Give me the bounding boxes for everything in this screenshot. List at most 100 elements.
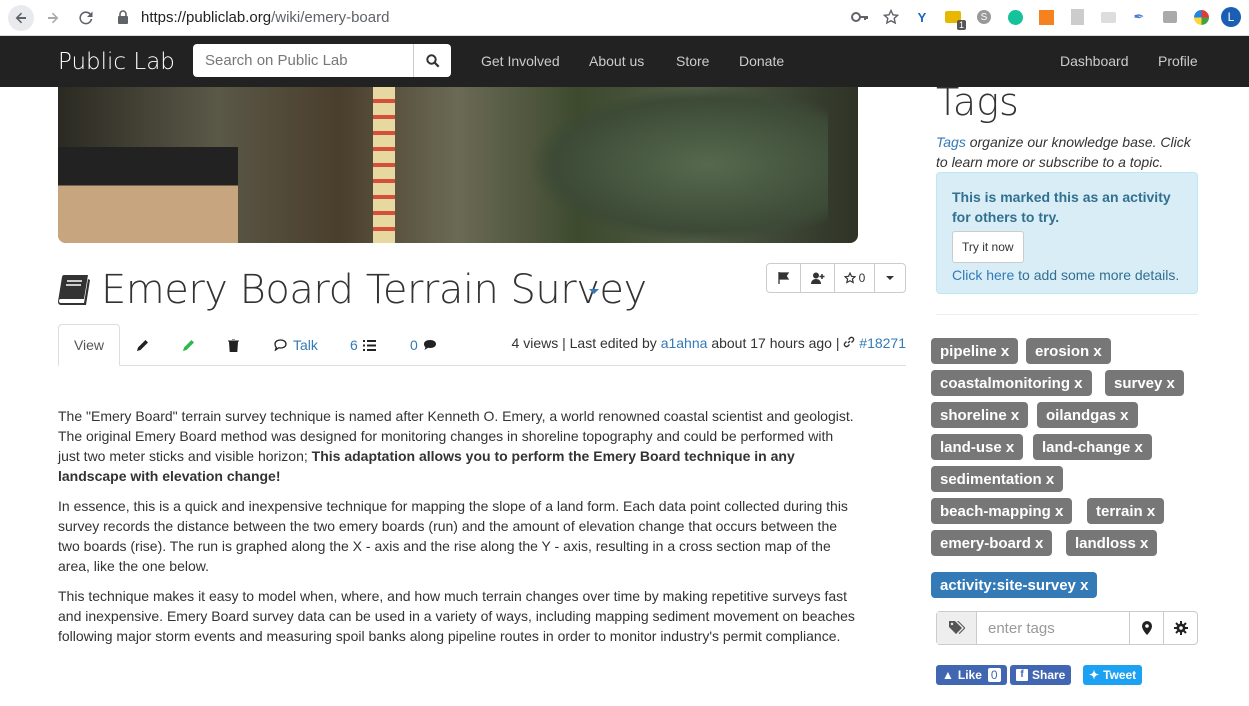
body-paragraph-1: The "Emery Board" terrain survey techniq… bbox=[58, 406, 858, 486]
extension-bar: Y 1 S ✒ L bbox=[849, 6, 1241, 30]
facebook-like-button[interactable]: ▲ Like 0 bbox=[936, 665, 1007, 685]
star-icon[interactable] bbox=[880, 6, 902, 28]
tag-land-change[interactable]: land-change x bbox=[1033, 434, 1152, 460]
analytics-icon[interactable] bbox=[1035, 6, 1057, 28]
nav-about-us[interactable]: About us bbox=[589, 53, 644, 69]
tag-landloss[interactable]: landloss x bbox=[1066, 530, 1158, 556]
tag-shoreline[interactable]: shoreline x bbox=[931, 402, 1029, 428]
grammarly-icon[interactable] bbox=[1004, 6, 1026, 28]
tab-view[interactable]: View bbox=[58, 324, 120, 366]
forward-arrow-icon[interactable] bbox=[41, 6, 65, 30]
tag-activity-site-survey[interactable]: activity:site-survey x bbox=[931, 572, 1098, 598]
nav-store[interactable]: Store bbox=[676, 53, 709, 69]
browser-toolbar: https://publiclab.org/wiki/emery-board Y… bbox=[0, 0, 1249, 36]
nav-donate[interactable]: Donate bbox=[739, 53, 784, 69]
comment-icon bbox=[423, 340, 436, 350]
tab-revisions[interactable]: 6 bbox=[350, 324, 376, 366]
author-link[interactable]: a1ahna bbox=[661, 335, 708, 351]
tags-description: organize our knowledge base. Click to le… bbox=[936, 134, 1191, 170]
nav-get-involved[interactable]: Get Involved bbox=[481, 53, 560, 69]
tag-sedimentation[interactable]: sedimentation x bbox=[931, 466, 1064, 492]
tag-pipeline[interactable]: pipeline x bbox=[931, 338, 1019, 364]
facebook-share-button[interactable]: f Share bbox=[1010, 665, 1072, 685]
edit-time: about 17 hours ago bbox=[711, 335, 832, 351]
body-paragraph-3: This technique makes it easy to model wh… bbox=[58, 588, 855, 644]
reload-icon[interactable] bbox=[74, 6, 98, 30]
pencil-icon bbox=[137, 339, 148, 351]
key-icon[interactable] bbox=[849, 6, 871, 28]
tag-land-use[interactable]: land-use x bbox=[931, 434, 1024, 460]
site-logo[interactable]: Public Lab bbox=[58, 49, 175, 75]
tags-link[interactable]: Tags bbox=[936, 134, 966, 150]
list-icon bbox=[362, 339, 376, 351]
sidebar-title: Tags bbox=[936, 80, 1019, 124]
node-id-link[interactable]: #18271 bbox=[859, 335, 906, 351]
notes-extension-icon[interactable]: 1 bbox=[942, 6, 966, 30]
activity-alert: This is marked this as an activity for o… bbox=[936, 172, 1198, 294]
follow-button[interactable] bbox=[801, 264, 835, 292]
feather-icon[interactable]: ✒ bbox=[1128, 6, 1150, 28]
like-button[interactable]: 0 bbox=[835, 264, 875, 292]
talk-label: Talk bbox=[293, 337, 318, 353]
tag-input-field[interactable]: enter tags bbox=[977, 612, 1129, 644]
sidebar-divider bbox=[936, 314, 1198, 315]
sidebar-description: Tags organize our knowledge base. Click … bbox=[936, 132, 1198, 172]
star-outline-icon bbox=[843, 272, 856, 284]
tweet-label: Tweet bbox=[1103, 668, 1137, 682]
facebook-like-count: 0 bbox=[987, 668, 1001, 682]
like-label: Like bbox=[957, 668, 982, 682]
search-icon bbox=[425, 53, 439, 67]
tab-talk[interactable]: Talk bbox=[274, 324, 318, 366]
user-plus-icon bbox=[810, 272, 824, 284]
search-button[interactable] bbox=[413, 44, 451, 77]
tag-entry: enter tags bbox=[936, 611, 1198, 645]
site-navbar: Public Lab Search on Public Lab Get Invo… bbox=[0, 36, 1249, 87]
view-count: 4 views bbox=[511, 335, 559, 351]
twitter-bird-icon: ✦ bbox=[1089, 668, 1100, 682]
document-icon[interactable] bbox=[1066, 6, 1088, 28]
back-arrow-icon[interactable] bbox=[8, 5, 34, 31]
extension-badge: 1 bbox=[956, 20, 966, 30]
rich-edit-button[interactable] bbox=[182, 324, 195, 366]
tag-terrain[interactable]: terrain x bbox=[1087, 498, 1165, 524]
chevron-down-icon bbox=[886, 276, 894, 280]
address-bar[interactable]: https://publiclab.org/wiki/emery-board bbox=[141, 9, 389, 26]
book-icon bbox=[58, 273, 92, 305]
search-input[interactable]: Search on Public Lab bbox=[193, 44, 413, 77]
tag-emery-board[interactable]: emery-board x bbox=[931, 530, 1053, 556]
vuetify-extension-icon[interactable]: Y bbox=[911, 6, 933, 28]
tag-settings-button[interactable] bbox=[1163, 612, 1197, 644]
pinwheel-icon[interactable] bbox=[1190, 6, 1212, 28]
share-label: Share bbox=[1032, 668, 1066, 682]
tag-coastalmonitoring[interactable]: coastalmonitoring x bbox=[931, 370, 1092, 396]
trash-icon bbox=[228, 338, 239, 352]
hero-image bbox=[58, 87, 858, 243]
url-path: /wiki/emery-board bbox=[271, 9, 390, 26]
click-here-link[interactable]: Click here bbox=[952, 267, 1014, 283]
nav-profile[interactable]: Profile bbox=[1158, 53, 1198, 69]
map-pin-icon bbox=[1141, 621, 1152, 635]
gear-icon bbox=[1173, 621, 1188, 635]
skype-icon[interactable]: S bbox=[973, 6, 995, 28]
tag-erosion[interactable]: erosion x bbox=[1026, 338, 1111, 364]
title-dropdown-caret[interactable] bbox=[589, 289, 599, 294]
try-it-now-button[interactable]: Try it now bbox=[952, 231, 1024, 263]
thumbs-up-icon: ▲ bbox=[942, 668, 954, 682]
tag-survey[interactable]: survey x bbox=[1105, 370, 1184, 396]
facebook-icon: f bbox=[1016, 669, 1028, 681]
tag-oilandgas[interactable]: oilandgas x bbox=[1037, 402, 1138, 428]
delete-button[interactable] bbox=[228, 324, 239, 366]
more-actions-button[interactable] bbox=[875, 264, 905, 292]
tool-icon[interactable] bbox=[1159, 6, 1181, 28]
profile-avatar[interactable]: L bbox=[1221, 7, 1241, 27]
tag-beach-mapping[interactable]: beach-mapping x bbox=[931, 498, 1073, 524]
tags-icon bbox=[937, 612, 977, 644]
url-host: https://publiclab.org bbox=[141, 9, 272, 26]
location-button[interactable] bbox=[1129, 612, 1163, 644]
screen-icon[interactable] bbox=[1097, 6, 1119, 28]
nav-dashboard[interactable]: Dashboard bbox=[1060, 53, 1129, 69]
flag-button[interactable] bbox=[767, 264, 801, 292]
tab-comments[interactable]: 0 bbox=[410, 324, 437, 366]
edit-button[interactable] bbox=[136, 324, 149, 366]
tweet-button[interactable]: ✦ Tweet bbox=[1083, 665, 1143, 685]
